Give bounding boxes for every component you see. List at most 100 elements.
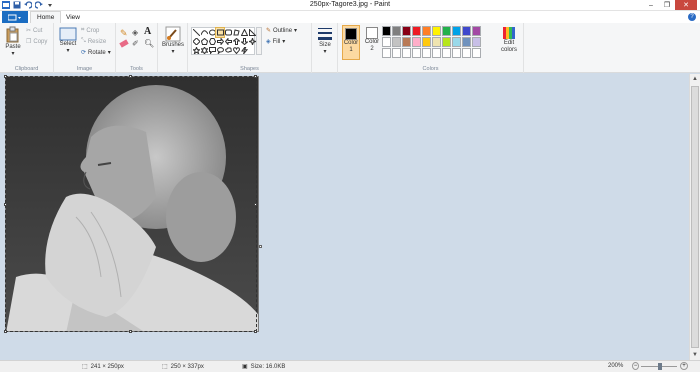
heart-shape-icon[interactable] [232,46,240,55]
zoom-out-button[interactable]: − [632,362,639,370]
outline-button[interactable]: ✎ Outline ▾ [266,27,297,35]
curve-shape-icon[interactable] [200,28,208,37]
scroll-down-arrow[interactable]: ▼ [692,352,698,358]
palette-swatch[interactable] [462,48,471,58]
resize-handle-left[interactable] [4,203,7,206]
palette-swatch[interactable] [462,26,471,36]
vertical-scrollbar[interactable]: ▲ ▼ [689,74,700,360]
palette-swatch[interactable] [472,37,481,47]
ribbon: Paste ▾ ✂ Cut ❐ Copy Clipboard Select ▾ … [0,23,700,73]
fill-tool[interactable]: ◈ [132,28,138,37]
up-arrow-shape-icon[interactable] [232,37,240,46]
scroll-up-arrow[interactable]: ▲ [692,76,698,82]
zoom-in-button[interactable]: + [680,362,688,370]
four-point-star-shape-icon[interactable] [248,37,256,46]
resize-handle-top-left[interactable] [4,75,7,78]
canvas-resize-handle[interactable] [259,245,262,248]
rotate-button[interactable]: ⟳ Rotate ▾ [81,49,111,57]
hexagon-shape-icon[interactable] [208,37,216,46]
oval-shape-icon[interactable] [208,28,216,37]
palette-swatch[interactable] [412,37,421,47]
palette-swatch[interactable] [472,48,481,58]
pencil-tool[interactable]: ✎ [120,28,128,39]
palette-swatch[interactable] [382,37,391,47]
tab-view[interactable]: View [60,11,86,23]
resize-handle-right[interactable] [254,203,257,206]
resize-handle-bottom[interactable] [129,330,132,333]
resize-handle-top[interactable] [129,75,132,78]
palette-swatch[interactable] [402,37,411,47]
palette-swatch[interactable] [392,48,401,58]
tab-home[interactable]: Home [30,11,62,23]
resize-handle-bottom-right[interactable] [254,330,257,333]
color1-button[interactable]: Color 1 [342,25,360,60]
zoom-slider-thumb[interactable] [658,363,662,370]
paste-button[interactable]: Paste ▾ [3,26,23,57]
palette-swatch[interactable] [412,26,421,36]
oval-callout-shape-icon[interactable] [216,46,224,55]
edit-colors-button[interactable]: Edit colors [498,26,520,54]
palette-swatch[interactable] [422,48,431,58]
six-point-star-shape-icon[interactable] [200,46,208,55]
palette-swatch[interactable] [382,48,391,58]
crop-button[interactable]: ⌗ Crop [81,27,99,34]
lightning-shape-icon[interactable] [240,46,248,55]
pentagon-shape-icon[interactable] [200,37,208,46]
down-arrow-shape-icon[interactable] [240,37,248,46]
scroll-thumb[interactable] [691,86,699,348]
palette-swatch[interactable] [452,37,461,47]
triangle-shape-icon[interactable] [240,28,248,37]
left-arrow-shape-icon[interactable] [224,37,232,46]
palette-swatch[interactable] [392,37,401,47]
brushes-button[interactable]: Brushes ▾ [161,26,185,55]
eraser-tool[interactable] [119,39,129,48]
right-arrow-shape-icon[interactable] [216,37,224,46]
palette-swatch[interactable] [422,26,431,36]
palette-swatch[interactable] [402,48,411,58]
color2-button[interactable]: Color 2 [363,25,381,60]
line-shape-icon[interactable] [192,28,200,37]
rectangle-callout-shape-icon[interactable] [208,46,216,55]
magnifier-icon[interactable]: 🔍︎ [144,39,154,48]
cut-button[interactable]: ✂ Cut [26,27,42,35]
palette-swatch[interactable] [422,37,431,47]
close-button[interactable]: ✕ [675,0,697,10]
color-picker-tool[interactable]: ✐ [132,39,139,48]
right-triangle-shape-icon[interactable] [248,28,256,37]
palette-swatch[interactable] [452,26,461,36]
select-button[interactable]: Select ▾ [57,27,79,54]
minimize-button[interactable]: – [643,0,659,10]
cloud-callout-shape-icon[interactable] [224,46,232,55]
resize-button[interactable]: ⤡ Resize [81,38,106,45]
canvas-area[interactable] [0,74,688,360]
palette-swatch[interactable] [442,26,451,36]
palette-swatch[interactable] [462,37,471,47]
fill-button[interactable]: ◈ Fill ▾ [266,38,285,46]
palette-swatch[interactable] [442,48,451,58]
palette-swatch[interactable] [432,48,441,58]
palette-swatch[interactable] [392,26,401,36]
rounded-rectangle-shape-icon[interactable] [224,28,232,37]
palette-swatch[interactable] [412,48,421,58]
shapes-scroll[interactable] [256,27,262,55]
palette-swatch[interactable] [432,26,441,36]
rectangle-shape-icon[interactable] [215,27,225,38]
resize-handle-bottom-left[interactable] [4,330,7,333]
help-icon[interactable]: ? [688,13,696,21]
palette-swatch[interactable] [432,37,441,47]
polygon-shape-icon[interactable] [232,28,240,37]
palette-swatch[interactable] [442,37,451,47]
diamond-shape-icon[interactable] [192,37,200,46]
resize-handle-top-right[interactable] [254,75,257,78]
selection-rectangle[interactable] [5,76,257,332]
file-menu-button[interactable] [2,11,28,23]
five-point-star-shape-icon[interactable] [192,46,200,55]
palette-swatch[interactable] [402,26,411,36]
copy-button[interactable]: ❐ Copy [26,38,47,46]
palette-swatch[interactable] [382,26,391,36]
maximize-button[interactable]: ❐ [659,0,675,10]
size-button[interactable]: Size ▾ [315,26,335,55]
palette-swatch[interactable] [452,48,461,58]
palette-swatch[interactable] [472,26,481,36]
text-tool[interactable]: A [144,26,151,37]
